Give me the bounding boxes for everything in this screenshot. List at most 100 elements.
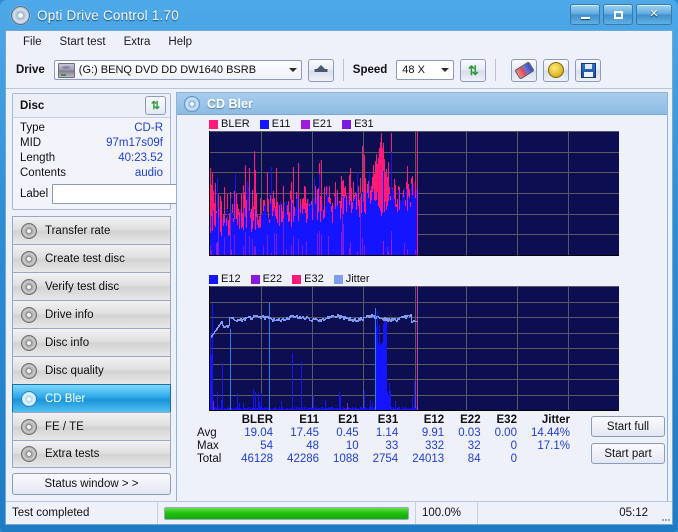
disc-icon: [21, 222, 37, 239]
disc-field-type-value: CD-R: [134, 122, 163, 134]
speed-label: Speed: [352, 64, 388, 76]
panel-header: CD Bler: [177, 93, 667, 115]
cell: 0.45: [336, 427, 359, 439]
progress-percent: 100.0%: [416, 502, 478, 524]
app-disc-icon: [11, 5, 30, 25]
disc-refresh-button[interactable]: ⇅: [145, 96, 166, 115]
legend-label: E22: [262, 273, 283, 285]
eraser-icon: [514, 60, 535, 80]
disc-field-contents-key: Contents: [20, 167, 67, 179]
drive-select[interactable]: (G:) BENQ DVD DD DW1640 BSRB: [53, 60, 302, 80]
disc-icon: [21, 334, 37, 351]
maximize-button[interactable]: [603, 4, 633, 25]
cell: 42286: [287, 453, 320, 465]
sidebar-item-label: CD Bler: [45, 392, 86, 405]
row-label-total: Total: [197, 453, 222, 465]
refresh-speed-button[interactable]: ⇅: [460, 58, 487, 82]
legend-item-e22: E22: [250, 273, 283, 285]
app-window: Opti Drive Control 1.70 ✕ File Start tes…: [0, 0, 678, 532]
col-jitter: Jitter: [541, 414, 570, 426]
sidebar-item-disc-info[interactable]: Disc info: [12, 328, 171, 356]
sidebar-item-verify-test-disc[interactable]: Verify test disc: [12, 272, 171, 300]
cell: 1088: [333, 453, 359, 465]
cell: 54: [260, 440, 274, 452]
legend-swatch: [342, 119, 352, 129]
disc-field-type-key: Type: [20, 122, 45, 134]
disc-field-type: Type CD-R: [20, 121, 163, 136]
progress-bar: [164, 506, 409, 520]
sidebar-item-label: Create test disc: [45, 252, 125, 265]
progress-cell: [158, 502, 416, 524]
disc-icon: [21, 250, 37, 267]
sidebar-item-disc-quality[interactable]: Disc quality: [12, 356, 171, 384]
sidebar-item-create-test-disc[interactable]: Create test disc: [12, 244, 171, 272]
start-part-button[interactable]: Start part: [591, 443, 665, 464]
disc-group-header: Disc ⇅: [13, 94, 170, 118]
disc-field-contents: Contents audio: [20, 166, 163, 181]
drive-icon: [57, 62, 75, 78]
legend-item-jitter: Jitter: [333, 273, 370, 285]
disc-icon: [21, 418, 37, 435]
legend-item-e21: E21: [300, 118, 332, 130]
action-buttons: Start full Start part: [591, 416, 665, 464]
cell: 32: [467, 440, 481, 452]
erase-button[interactable]: [511, 58, 538, 82]
cell: 17.45: [290, 427, 320, 439]
legend-swatch: [209, 274, 218, 284]
sidebar-item-cd-bler[interactable]: CD Bler: [12, 384, 171, 412]
legend-item-bler: BLER: [209, 118, 250, 130]
eject-button[interactable]: [307, 58, 334, 82]
sidebar-item-transfer-rate[interactable]: Transfer rate: [12, 216, 171, 244]
close-icon: ✕: [649, 8, 659, 20]
drive-select-value: (G:) BENQ DVD DD DW1640 BSRB: [78, 64, 257, 76]
cell: 46128: [241, 453, 274, 465]
legend-item-e31: E31: [342, 118, 374, 130]
legend-label: E12: [221, 273, 241, 285]
legend-label: Jitter: [345, 273, 370, 285]
toolbar: Drive (G:) BENQ DVD DD DW1640 BSRB Speed…: [6, 52, 672, 89]
disc-field-mid-value: 97m17s09f: [106, 137, 163, 149]
chart-e12-plot[interactable]: 501001502002503003504004%8%12%16%20%0102…: [209, 286, 619, 411]
close-button[interactable]: ✕: [636, 4, 672, 25]
refresh-icon: ⇅: [467, 62, 479, 78]
disc-icon: [21, 278, 37, 295]
chart-bler-plot[interactable]: 1020304050608 X16 X24 X32 X40 X48 X01020…: [209, 131, 619, 256]
col-e22: E22: [460, 414, 481, 426]
legend-item-e12: E12: [209, 273, 241, 285]
tools-button[interactable]: [543, 58, 570, 82]
cell: 9.91: [421, 427, 445, 439]
settings-icon: [548, 62, 565, 78]
menu-item-extra[interactable]: Extra: [115, 33, 160, 51]
resize-grip[interactable]: [658, 502, 672, 524]
col-e12: E12: [423, 414, 445, 426]
sidebar: Disc ⇅ Type CD-R MID 97m17s09f Length 40…: [6, 89, 260, 502]
sidebar-item-label: Extra tests: [45, 448, 100, 460]
chart-e12-legend: E12 E22 E32 Jitter: [179, 272, 665, 286]
legend-label: E11: [271, 118, 291, 130]
menu-item-start-test[interactable]: Start test: [51, 33, 115, 51]
disc-icon: [21, 362, 37, 379]
legend-label: E32: [304, 273, 324, 285]
client-area: File Start test Extra Help Drive (G:) BE…: [5, 30, 673, 525]
legend-swatch: [300, 119, 310, 129]
sidebar-item-label: Disc quality: [45, 364, 104, 377]
disc-icon: [21, 306, 37, 323]
speed-select[interactable]: 48 X: [396, 60, 455, 80]
cell: 332: [425, 440, 445, 452]
start-full-button[interactable]: Start full: [591, 416, 665, 437]
legend-swatch: [259, 119, 269, 129]
status-message: Test completed: [6, 502, 158, 524]
cell: 24013: [412, 453, 445, 465]
save-button[interactable]: [575, 58, 602, 82]
main-area: Disc ⇅ Type CD-R MID 97m17s09f Length 40…: [6, 89, 672, 502]
disc-label-row: Label: [20, 184, 260, 204]
sidebar-item-fe-te[interactable]: FE / TE: [12, 412, 171, 440]
status-window-button[interactable]: Status window > >: [12, 473, 171, 495]
elapsed-time: 05:12: [619, 507, 648, 519]
sidebar-item-extra-tests[interactable]: Extra tests: [12, 440, 171, 468]
menu-item-file[interactable]: File: [14, 33, 51, 51]
cell: 48: [306, 440, 320, 452]
minimize-button[interactable]: [570, 4, 600, 25]
menu-item-help[interactable]: Help: [159, 33, 201, 51]
sidebar-item-drive-info[interactable]: Drive info: [12, 300, 171, 328]
